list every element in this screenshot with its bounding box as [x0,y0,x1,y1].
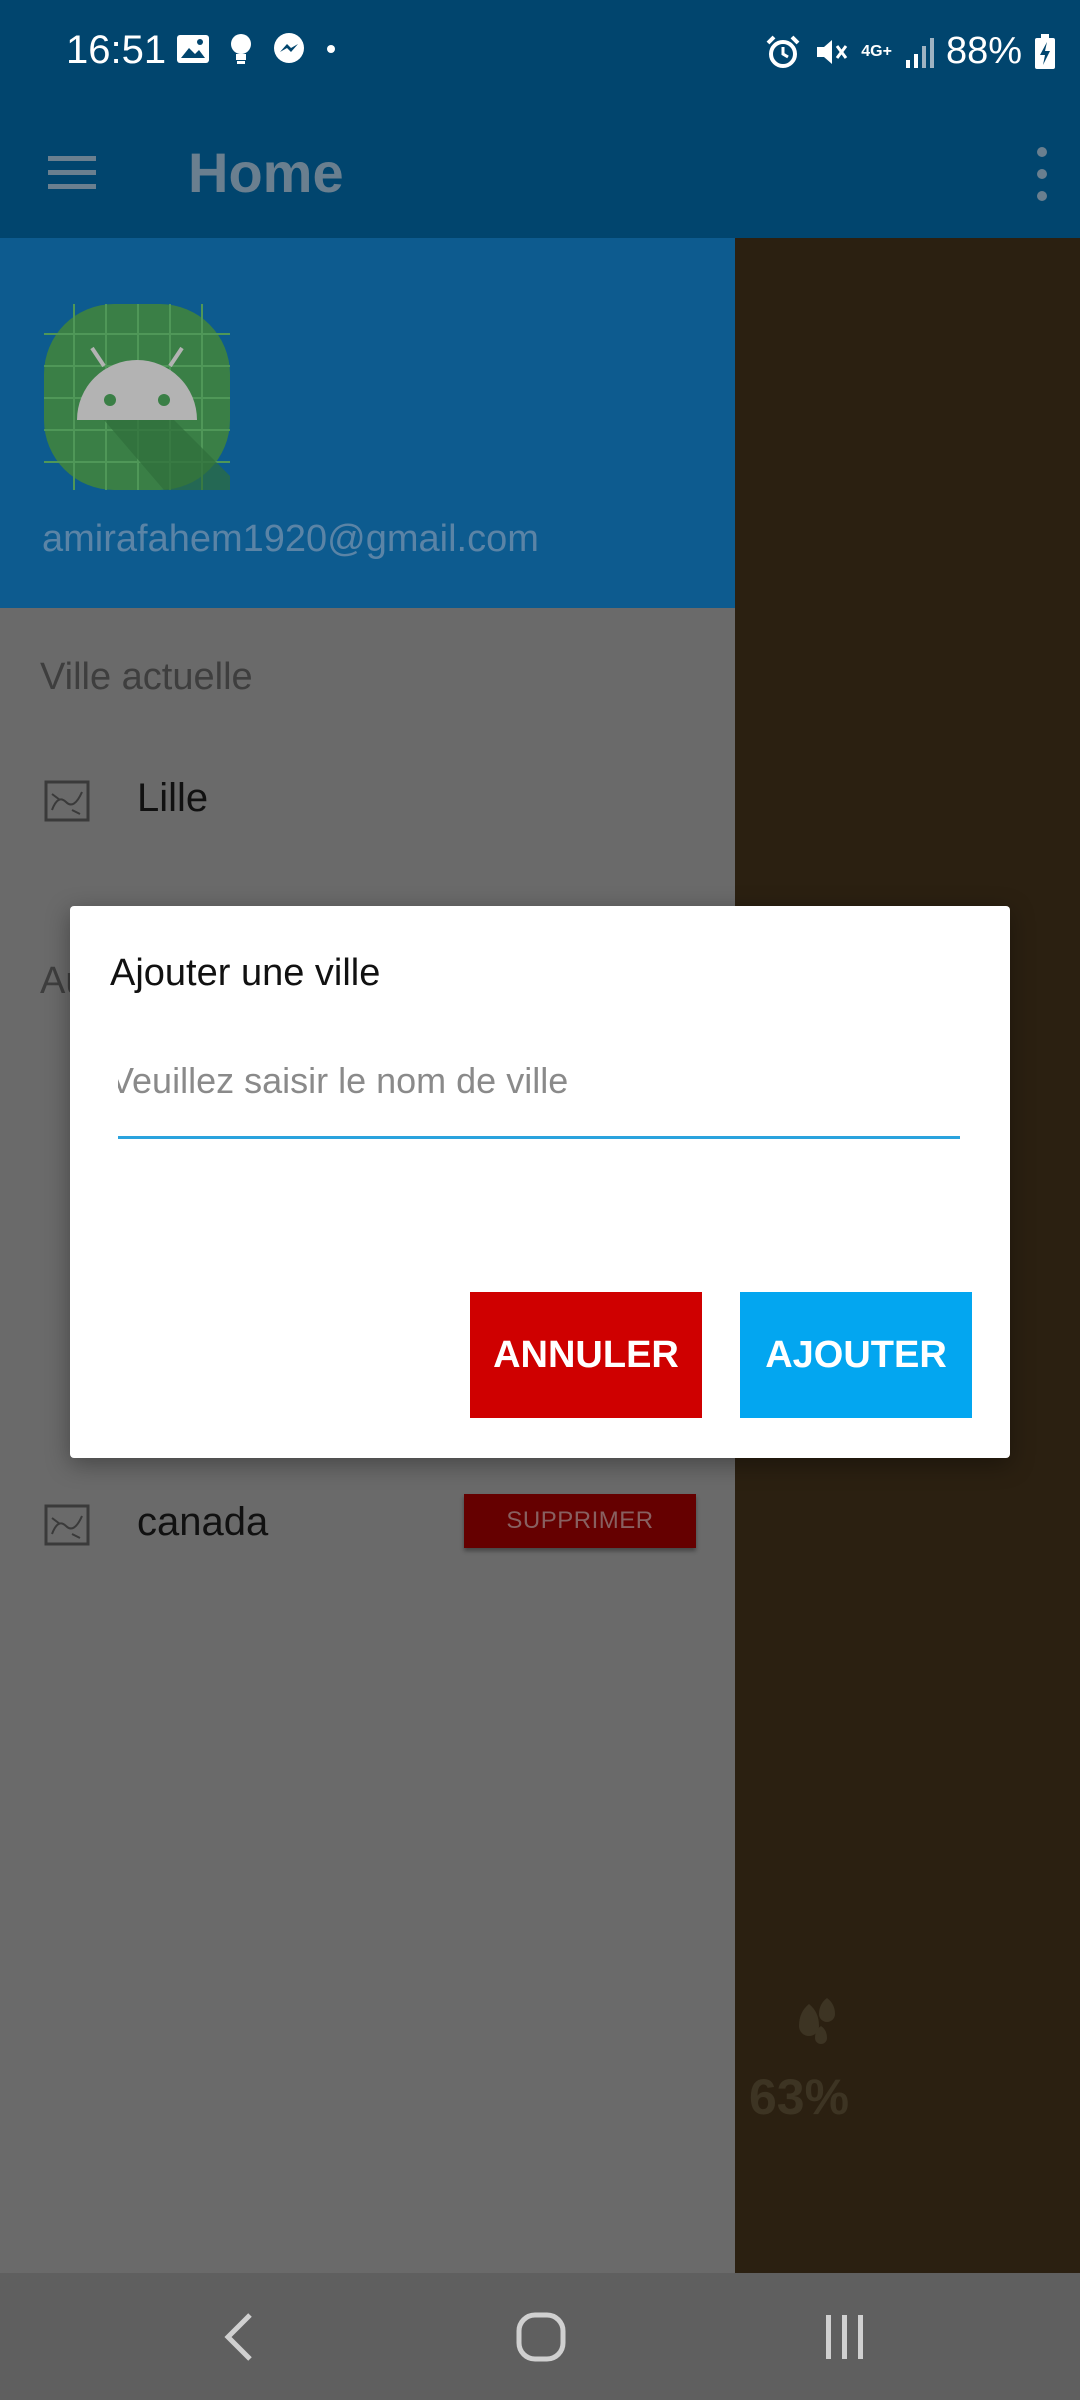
hamburger-menu-icon[interactable] [46,146,98,198]
map-icon [44,1504,90,1546]
current-city-name: Lille [137,776,209,820]
battery-charging-icon [1035,33,1055,69]
recents-icon[interactable] [814,2307,874,2367]
map-icon [44,780,90,822]
battery-percent: 88% [945,30,1022,72]
add-city-dialog: Ajouter une ville ANNULER AJOUTER [70,906,1010,1458]
current-city-section-title: Ville actuelle [40,656,253,698]
cancel-button[interactable]: ANNULER [470,1292,702,1418]
city-row[interactable]: canada SUPPRIMER [0,1482,735,1572]
city-name: canada [137,1500,269,1544]
status-bar: 16:51 4G+ 88% [0,0,1080,110]
more-vert-icon[interactable] [1000,138,1080,210]
system-nav-bar [0,2273,1080,2400]
page-title: Home [188,141,344,204]
gallery-icon [177,35,209,63]
notification-icons [176,32,338,66]
status-time: 16:51 [66,28,167,72]
delete-city-button[interactable]: SUPPRIMER [464,1494,696,1548]
current-city-row[interactable]: Lille [0,758,735,848]
humidity-icon [799,1998,835,2044]
add-button[interactable]: AJOUTER [740,1292,972,1418]
back-icon[interactable] [210,2307,270,2367]
dot-icon [327,45,335,53]
android-avatar-icon [44,304,230,490]
alarm-icon [766,35,800,68]
bulb-icon [231,34,251,64]
mute-icon [817,39,848,64]
user-email: amirafahem1920@gmail.com [42,518,539,560]
app-bar: Home [0,110,1080,238]
home-icon[interactable] [511,2307,571,2367]
signal-icon [905,37,934,68]
drawer-header: amirafahem1920@gmail.com [0,238,735,608]
system-icons: 4G+ 88% [765,30,1056,73]
dialog-title: Ajouter une ville [110,952,381,994]
city-name-input[interactable] [118,1026,960,1139]
network-type: 4G+ [861,42,892,60]
messenger-icon [274,33,304,63]
humidity-value: 63% [749,2069,850,2125]
